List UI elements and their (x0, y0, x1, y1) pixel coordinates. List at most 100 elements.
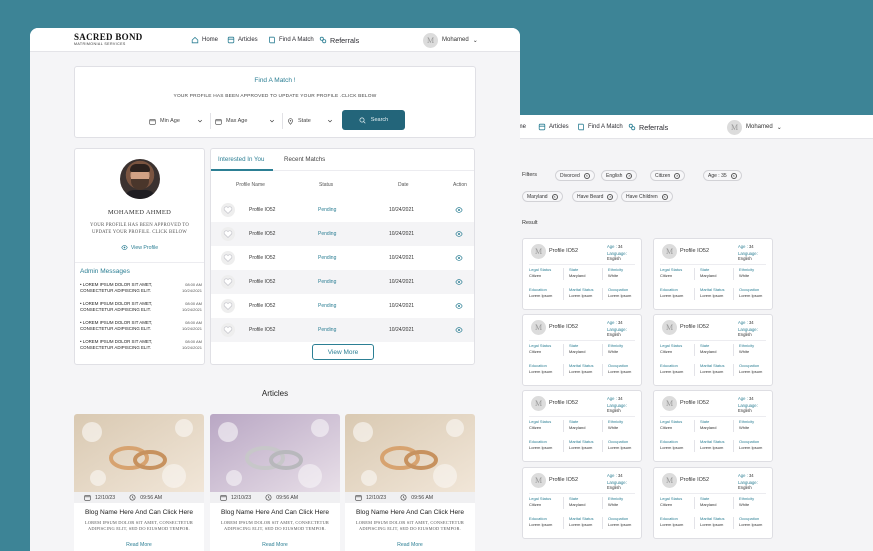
profile-result-card[interactable]: M Profile IO52 Age : 34 Language: Englis… (653, 467, 773, 539)
read-more-link[interactable]: Read More (74, 542, 204, 548)
article-date: 12/10/23 (220, 494, 251, 501)
result-age: Age : 34 (607, 473, 623, 478)
age-value: 34 (748, 396, 754, 401)
nav-articles[interactable]: Articles (538, 115, 569, 139)
state-field: State Maryland (569, 343, 585, 355)
filter-chip[interactable]: Citizen × (650, 170, 686, 181)
state-field: State Maryland (700, 343, 716, 355)
close-icon[interactable]: × (583, 172, 590, 179)
nav-find-match-label: Find A Match (588, 124, 623, 130)
profile-result-card[interactable]: M Profile IO52 Age : 34 Language: Englis… (653, 238, 773, 310)
language-value: English (738, 256, 752, 261)
row-profile-name: Profile IO52 (249, 303, 276, 309)
time-text: 09:56 AM (276, 494, 299, 501)
article-date: 12/10/23 (355, 494, 386, 501)
field-value: Maryland (700, 349, 717, 354)
table-row[interactable]: Profile IO52 Pending 10/24/2021 (211, 198, 474, 222)
legal-status-field: Legal Status Citizen (660, 267, 682, 279)
eye-icon[interactable] (455, 302, 463, 310)
article-time: 09:56 AM (265, 494, 298, 501)
field-value: Lorem Ipsum (660, 522, 684, 527)
view-more-button[interactable]: View More (312, 344, 374, 360)
nav-find-match[interactable]: Find A Match (577, 115, 623, 139)
profile-result-card[interactable]: M Profile IO52 Age : 34 Language: Englis… (522, 390, 642, 462)
row-date: 10/24/2021 (389, 231, 415, 237)
view-profile-link[interactable]: View Profile (75, 244, 204, 251)
table-row[interactable]: Profile IO52 Pending 10/24/2021 (211, 270, 474, 294)
state-select[interactable]: State (287, 113, 337, 129)
close-icon[interactable]: × (661, 193, 668, 200)
profile-result-card[interactable]: M Profile IO52 Age : 34 Language: Englis… (653, 390, 773, 462)
filter-chip[interactable]: English × (601, 170, 638, 181)
close-icon[interactable]: × (607, 193, 614, 200)
clock-icon (265, 494, 272, 501)
age-key: Age : (607, 244, 617, 249)
nav-home[interactable]: Home (191, 28, 218, 52)
article-title[interactable]: Blog Name Here And Can Click Here (210, 509, 340, 516)
article-card[interactable]: 12/10/23 09:56 AM Blog Name Here And Can… (210, 414, 340, 551)
filter-chip[interactable]: Have Children × (621, 191, 673, 202)
eye-icon[interactable] (455, 230, 463, 238)
admin-message-body: LOREM IPSUM DOLOR SIT AMET, CONSECTETUR … (80, 320, 153, 331)
close-icon[interactable]: × (551, 193, 558, 200)
table-row[interactable]: Profile IO52 Pending 10/24/2021 (211, 246, 474, 270)
chip-label: Divorced (560, 172, 580, 179)
eye-icon[interactable] (455, 326, 463, 334)
table-row[interactable]: Profile IO52 Pending 10/24/2021 (211, 222, 474, 246)
article-card[interactable]: 12/10/23 09:56 AM Blog Name Here And Can… (345, 414, 475, 551)
field-value: White (739, 349, 750, 354)
tab-interested-in-you[interactable]: Interested In You (218, 156, 264, 163)
max-age-select[interactable]: Max Age (215, 113, 279, 129)
education-field: Education Lorem Ipsum (529, 287, 552, 299)
field-value: Maryland (569, 502, 586, 507)
eye-icon[interactable] (455, 278, 463, 286)
table-row[interactable]: Profile IO52 Pending 10/24/2021 (211, 318, 474, 342)
eye-icon[interactable] (455, 206, 463, 214)
brand-title: SACRED BOND (74, 32, 143, 42)
profile-result-card[interactable]: M Profile IO52 Age : 34 Language: Englis… (522, 314, 642, 386)
nav-articles[interactable]: Articles (227, 28, 258, 52)
table-row[interactable]: Profile IO52 Pending 10/24/2021 (211, 294, 474, 318)
filter-chip[interactable]: Divorced × (555, 170, 595, 181)
profile-result-card[interactable]: M Profile IO52 Age : 34 Language: Englis… (522, 467, 642, 539)
admin-message-body: LOREM IPSUM DOLOR SIT AMET, CONSECTETUR … (80, 339, 153, 350)
article-title[interactable]: Blog Name Here And Can Click Here (74, 509, 204, 516)
field-value: Citizen (660, 425, 673, 430)
field-value: Lorem Ipsum (660, 369, 684, 374)
filter-chip[interactable]: Maryland × (522, 191, 563, 202)
articles-icon (538, 123, 546, 131)
article-card[interactable]: 12/10/23 09:56 AM Blog Name Here And Can… (74, 414, 204, 551)
nav-referrals[interactable]: Referrals (628, 115, 668, 139)
close-icon[interactable]: × (730, 172, 737, 179)
close-icon[interactable]: × (674, 172, 681, 179)
tab-recent-matchs[interactable]: Recent Matchs (284, 156, 325, 163)
read-more-link[interactable]: Read More (210, 542, 340, 548)
ethnicity-field: Ethnicity White (608, 496, 623, 508)
marital-status-field: Marital Status Lorem Ipsum (700, 439, 724, 451)
divider (660, 416, 766, 417)
legal-status-field: Legal Status Citizen (529, 419, 551, 431)
close-icon[interactable]: × (626, 172, 633, 179)
nav-find-match[interactable]: Find A Match (268, 28, 314, 52)
read-more-link[interactable]: Read More (345, 542, 475, 548)
message-date: 10/24/2021 (181, 288, 202, 293)
min-age-select[interactable]: Min Age (149, 113, 207, 129)
eye-icon[interactable] (455, 254, 463, 262)
marital-status-field: Marital Status Lorem Ipsum (700, 287, 724, 299)
admin-message-text: • LOREM IPSUM DOLOR SIT AMET, CONSECTETU… (80, 282, 153, 293)
nav-referrals[interactable]: Referrals (319, 28, 359, 52)
profile-result-card[interactable]: M Profile IO52 Age : 34 Language: Englis… (653, 314, 773, 386)
search-button-label: Search (370, 117, 389, 123)
user-name: Mohamed (746, 124, 773, 130)
profile-result-card[interactable]: M Profile IO52 Age : 34 Language: Englis… (522, 238, 642, 310)
field-value: Lorem Ipsum (569, 369, 593, 374)
filter-chip[interactable]: Age : 35 × (703, 170, 742, 181)
article-title[interactable]: Blog Name Here And Can Click Here (345, 509, 475, 516)
divider (563, 288, 564, 300)
search-button[interactable]: Search (342, 110, 405, 130)
filter-chip[interactable]: Have Beard × (572, 191, 619, 202)
logo[interactable]: SACRED BOND MATRIMONIAL SERVICES (74, 32, 143, 46)
admin-message-time: 08:00 AM 10/24/2021 (176, 282, 202, 294)
user-menu[interactable]: M Mohamed ⌄ (423, 28, 478, 52)
user-menu[interactable]: M Mohamed ⌄ (727, 115, 782, 139)
